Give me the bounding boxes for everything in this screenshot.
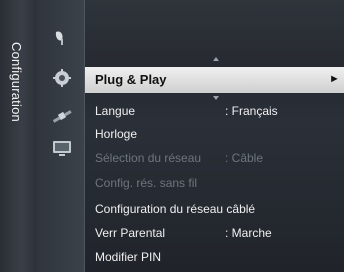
menu-item-horloge[interactable]: Horloge bbox=[95, 127, 137, 141]
menu-item-label: Plug & Play bbox=[95, 72, 167, 87]
scroll-up-icon bbox=[213, 57, 219, 61]
menu-item-value: : Marche bbox=[225, 226, 272, 240]
sidebar-title: Configuration bbox=[9, 42, 24, 122]
satellite-dish-icon[interactable] bbox=[50, 28, 74, 48]
sidebar: Configuration bbox=[0, 0, 36, 272]
satellite-icon[interactable] bbox=[50, 106, 74, 126]
menu-item-reseau-cable[interactable]: Configuration du réseau câblé bbox=[95, 202, 255, 216]
category-icon-column bbox=[36, 0, 85, 272]
menu-item-value: : Français bbox=[225, 104, 278, 118]
menu-item-selection-reseau: Sélection du réseau bbox=[95, 151, 202, 165]
menu-item-modifier-pin[interactable]: Modifier PIN bbox=[95, 250, 161, 264]
submenu-arrow-icon: ► bbox=[329, 73, 340, 85]
gear-icon[interactable] bbox=[50, 68, 74, 88]
menu-item-langue[interactable]: Langue bbox=[95, 104, 135, 118]
menu-item-value: : Câble bbox=[225, 151, 264, 165]
scroll-down-icon bbox=[213, 96, 219, 100]
menu-item-verr-parental[interactable]: Verr Parental bbox=[95, 226, 165, 240]
menu-item-config-sans-fil: Config. rés. sans fil bbox=[95, 176, 198, 190]
screen-icon[interactable] bbox=[50, 138, 74, 158]
